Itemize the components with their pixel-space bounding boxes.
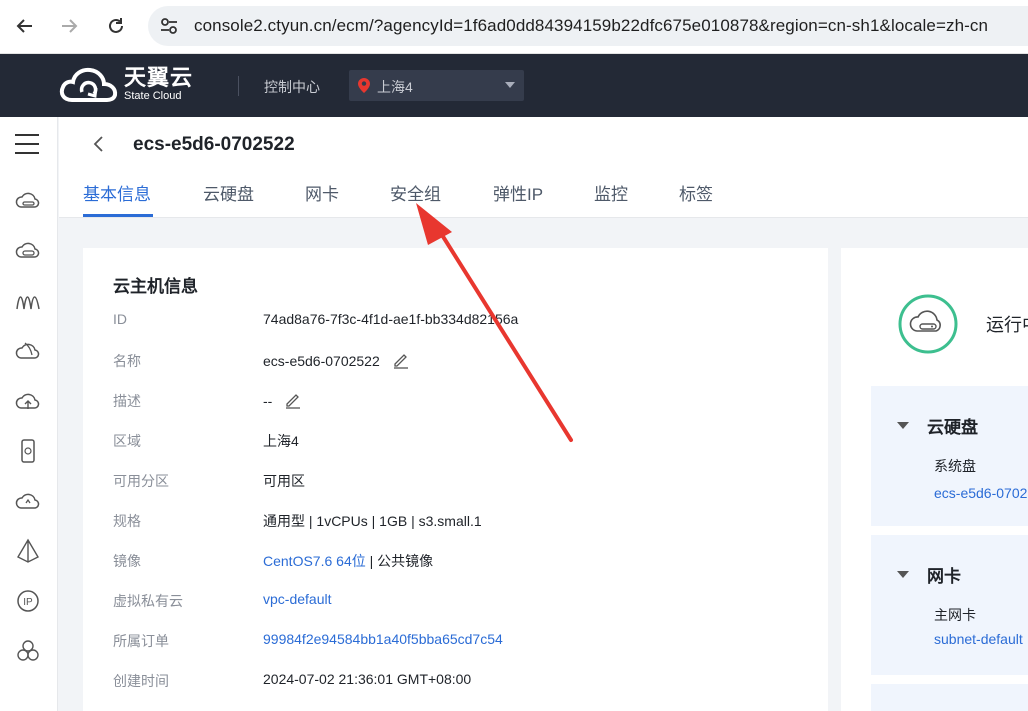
url-text: console2.ctyun.cn/ecm/?agencyId=1f6ad0dd…: [194, 16, 989, 35]
name-label: 名称: [113, 353, 141, 369]
collapse-caret-icon[interactable]: [897, 422, 909, 429]
region-label: 上海4: [377, 79, 413, 95]
vpc-label: 虚拟私有云: [113, 593, 183, 609]
chevron-down-icon: [505, 82, 515, 88]
nic-panel: 网卡 主网卡 subnet-default: [871, 535, 1028, 675]
description-label: 描述: [113, 393, 141, 409]
name-value: ecs-e5d6-0702522: [263, 353, 380, 369]
status-card: 运行中 云硬盘 系统盘 ecs-e5d6-0702522 网卡 主网卡 subn…: [841, 248, 1028, 711]
status-text: 运行中: [986, 315, 1028, 335]
mobile-device-icon[interactable]: [14, 437, 42, 465]
cloud-logo-icon: [59, 67, 118, 102]
description-value: --: [263, 393, 273, 409]
hamburger-menu-icon[interactable]: [15, 134, 39, 154]
region-value: 上海4: [263, 433, 299, 449]
active-tab-indicator: [83, 214, 153, 217]
cloud-server-icon[interactable]: [14, 187, 42, 215]
console-center-link[interactable]: 控制中心: [264, 77, 320, 97]
server-status-icon: [898, 294, 958, 354]
forward-arrow-icon[interactable]: [56, 13, 82, 39]
pyramid-icon[interactable]: [14, 537, 42, 565]
location-pin-icon: [358, 78, 370, 93]
browser-toolbar: console2.ctyun.cn/ecm/?agencyId=1f6ad0dd…: [0, 0, 1028, 54]
tab-elastic-ip[interactable]: 弹性IP: [493, 180, 543, 217]
primary-nic-link[interactable]: subnet-default: [934, 631, 1023, 647]
image-type: | 公共镜像: [365, 553, 434, 569]
system-disk-label: 系统盘: [934, 458, 976, 474]
created-time-label: 创建时间: [113, 673, 169, 689]
order-link[interactable]: 99984f2e94584bb1a40f5bba65cd7c54: [263, 631, 503, 647]
network-wave-icon[interactable]: [14, 287, 42, 315]
topnav-divider: [238, 76, 239, 96]
cluster-icon[interactable]: [14, 637, 42, 665]
page-header: ecs-e5d6-0702522 基本信息 云硬盘 网卡 安全组 弹性IP 监控…: [59, 117, 1028, 218]
region-label: 区域: [113, 433, 141, 449]
id-label: ID: [113, 311, 127, 327]
collapse-caret-icon[interactable]: [897, 571, 909, 578]
primary-nic-label: 主网卡: [934, 607, 976, 623]
logo-chinese-name: 天翼云: [124, 65, 194, 90]
tab-basic-info[interactable]: 基本信息: [83, 180, 151, 217]
logo-english-name: State Cloud: [124, 90, 182, 102]
svg-text:IP: IP: [23, 597, 33, 608]
flavor-label: 规格: [113, 513, 141, 529]
back-chevron-icon[interactable]: [91, 135, 107, 153]
ctyun-logo[interactable]: 天翼云 State Cloud: [58, 66, 193, 104]
availability-zone-label: 可用分区: [113, 473, 169, 489]
page-title: ecs-e5d6-0702522: [133, 134, 295, 155]
next-panel: [871, 684, 1028, 711]
host-info-card: 云主机信息 ID 74ad8a76-7f3c-4f1d-ae1f-bb334d8…: [83, 248, 828, 711]
flavor-value: 通用型 | 1vCPUs | 1GB | s3.small.1: [263, 513, 482, 529]
tab-nic[interactable]: 网卡: [305, 180, 339, 217]
cloud-disk-icon[interactable]: [14, 237, 42, 265]
id-value: 74ad8a76-7f3c-4f1d-ae1f-bb334d82156a: [263, 311, 519, 327]
disk-panel: 云硬盘 系统盘 ecs-e5d6-0702522: [871, 386, 1028, 526]
tab-security-group[interactable]: 安全组: [390, 180, 441, 217]
cloud-upload-icon[interactable]: [14, 387, 42, 415]
created-time-value: 2024-07-02 21:36:01 GMT+08:00: [263, 671, 472, 687]
cloud-storage-icon[interactable]: [14, 337, 42, 365]
tab-monitoring[interactable]: 监控: [594, 180, 628, 217]
edit-description-icon[interactable]: [284, 391, 302, 409]
cloud-service-icon[interactable]: [14, 487, 42, 515]
edit-name-icon[interactable]: [392, 351, 410, 369]
tab-cloud-disk[interactable]: 云硬盘: [203, 180, 254, 217]
image-link[interactable]: CentOS7.6 64位: [263, 553, 366, 569]
address-bar[interactable]: console2.ctyun.cn/ecm/?agencyId=1f6ad0dd…: [148, 6, 1028, 46]
nic-panel-title: 网卡: [927, 567, 961, 586]
disk-panel-title: 云硬盘: [927, 418, 978, 437]
name-row: ecs-e5d6-0702522: [263, 351, 410, 369]
system-disk-link[interactable]: ecs-e5d6-0702522: [934, 485, 1028, 501]
description-row: --: [263, 391, 302, 409]
vpc-link[interactable]: vpc-default: [263, 591, 331, 607]
left-sidebar: IP: [0, 117, 58, 711]
region-select[interactable]: 上海4: [349, 70, 524, 101]
image-label: 镜像: [113, 553, 141, 569]
site-settings-icon[interactable]: [159, 16, 179, 36]
availability-zone-value: 可用区: [263, 473, 305, 489]
top-navigation: 天翼云 State Cloud 控制中心 上海4: [0, 54, 1028, 117]
order-label: 所属订单: [113, 633, 169, 649]
back-arrow-icon[interactable]: [12, 13, 38, 39]
card-title: 云主机信息: [113, 277, 198, 296]
tab-tags[interactable]: 标签: [679, 180, 713, 217]
reload-icon[interactable]: [103, 13, 129, 39]
ip-icon[interactable]: IP: [14, 587, 42, 615]
image-row: CentOS7.6 64位 | 公共镜像: [263, 551, 433, 571]
